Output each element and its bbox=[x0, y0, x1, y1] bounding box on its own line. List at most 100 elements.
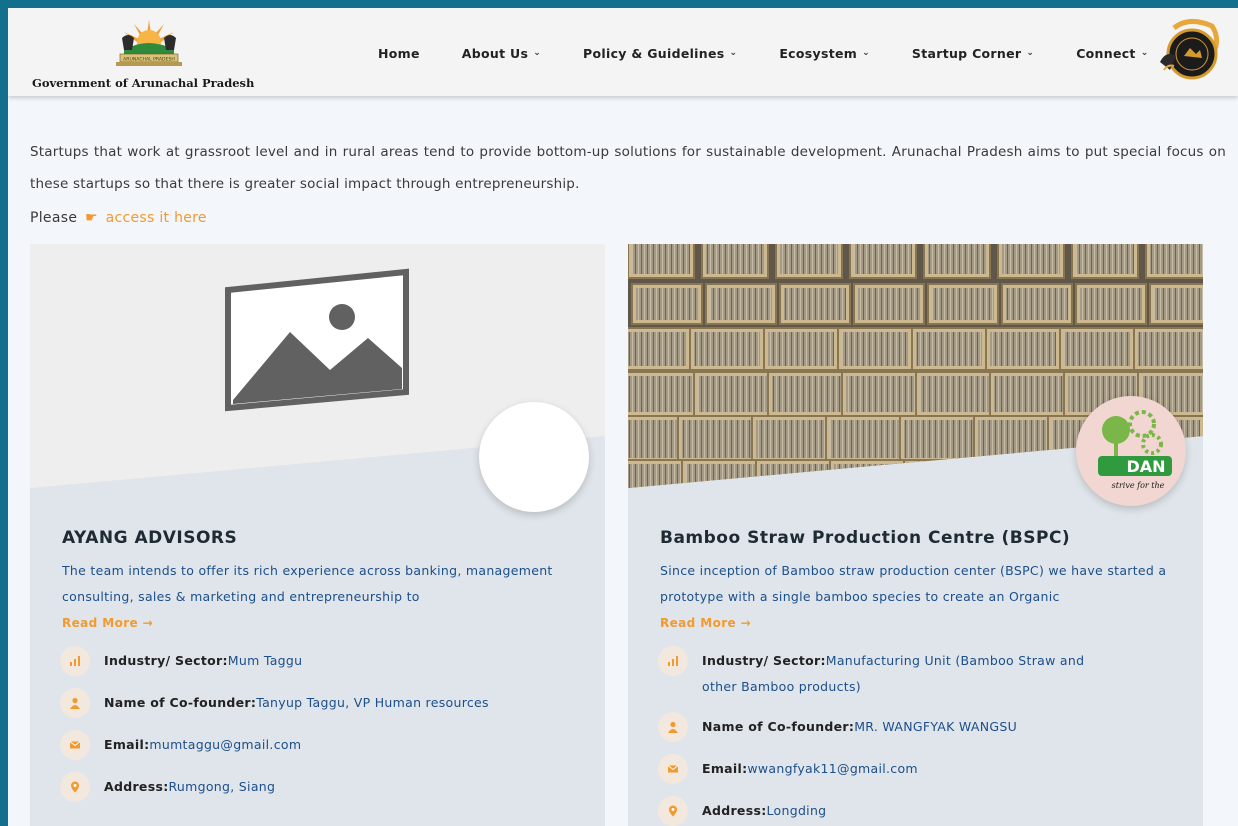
location-icon bbox=[60, 772, 90, 802]
card-title: Bamboo Straw Production Centre (BSPC) bbox=[660, 528, 1071, 548]
detail-label: Email: bbox=[702, 761, 748, 776]
government-name: Government of Arunachal Pradesh bbox=[32, 76, 255, 90]
bamboo-straws bbox=[834, 464, 912, 488]
card-details: Industry/ Sector:Mum Taggu Name of Co-fo… bbox=[60, 646, 580, 814]
chevron-down-icon: ⌄ bbox=[533, 48, 542, 58]
state-emblem-icon: ARUNACHAL PRADESH bbox=[116, 20, 182, 66]
bamboo-straws bbox=[846, 376, 916, 412]
detail-industry: Industry/ Sector:Manufacturing Unit (Bam… bbox=[658, 646, 1178, 700]
bamboo-straws bbox=[928, 244, 986, 274]
bamboo-straws bbox=[920, 376, 990, 412]
startup-card: DAN strive for the Bamboo Straw Producti… bbox=[628, 244, 1203, 826]
bamboo-straws bbox=[990, 332, 1056, 366]
card-description: The team intends to offer its rich exper… bbox=[62, 563, 553, 604]
bamboo-straws bbox=[830, 420, 904, 458]
company-logo: DAN strive for the bbox=[1076, 396, 1186, 506]
detail-email: Email:mumtaggu@gmail.com bbox=[60, 730, 580, 760]
detail-cofounder: Name of Co-founder:MR. WANGFYAK WANGSU bbox=[658, 712, 1178, 742]
detail-value[interactable]: mumtaggu@gmail.com bbox=[149, 737, 301, 752]
detail-value: Rumgong, Siang bbox=[168, 779, 276, 794]
chart-icon bbox=[60, 646, 90, 676]
read-more-link[interactable]: Read More → bbox=[62, 616, 153, 630]
bamboo-straws bbox=[784, 288, 846, 320]
pointing-hand-icon: ☛ bbox=[85, 210, 98, 226]
logo-tagline: strive for the bbox=[1112, 481, 1165, 490]
detail-label: Industry/ Sector: bbox=[104, 653, 228, 668]
card-description: Since inception of Bamboo straw producti… bbox=[660, 563, 1167, 604]
intro-paragraph: Startups that work at grassroot level an… bbox=[30, 144, 1226, 192]
bamboo-straws bbox=[698, 376, 768, 412]
bamboo-straws bbox=[768, 332, 834, 366]
card-details: Industry/ Sector:Manufacturing Unit (Bam… bbox=[658, 646, 1178, 826]
bamboo-straws bbox=[1002, 244, 1060, 274]
detail-label: Name of Co-founder: bbox=[702, 719, 855, 734]
nav-startup-corner[interactable]: Startup Corner ⌄ bbox=[912, 46, 1034, 61]
detail-label: Address: bbox=[702, 803, 767, 818]
bamboo-straws bbox=[978, 420, 1052, 458]
main-navigation: Home About Us ⌄ Policy & Guidelines ⌄ Ecos… bbox=[378, 42, 1191, 64]
detail-value: MR. WANGFYAK WANGSU bbox=[854, 719, 1018, 734]
image-placeholder-icon bbox=[225, 268, 409, 412]
nav-about-us[interactable]: About Us ⌄ bbox=[462, 46, 541, 61]
sambodhan-logo-icon: DAN strive for the bbox=[1098, 410, 1172, 490]
browser-viewport: ARUNACHAL PRADESH Government of Arunacha… bbox=[8, 8, 1238, 826]
bamboo-straws bbox=[1006, 288, 1068, 320]
site-header: ARUNACHAL PRADESH Government of Arunacha… bbox=[8, 8, 1238, 96]
bamboo-straws bbox=[994, 376, 1064, 412]
bamboo-straws bbox=[760, 464, 838, 488]
bamboo-straws bbox=[686, 464, 764, 488]
bamboo-straws bbox=[632, 244, 690, 274]
bamboo-straws bbox=[916, 332, 982, 366]
detail-cofounder: Name of Co-founder:Tanyup Taggu, VP Huma… bbox=[60, 688, 580, 718]
bamboo-straws bbox=[628, 464, 690, 488]
detail-value: Tanyup Taggu, VP Human resources bbox=[256, 695, 489, 710]
chart-icon bbox=[658, 646, 688, 676]
detail-label: Name of Co-founder: bbox=[104, 695, 257, 710]
card-title: AYANG ADVISORS bbox=[62, 528, 238, 548]
mail-icon bbox=[60, 730, 90, 760]
bamboo-straws bbox=[1138, 332, 1203, 366]
bamboo-straws bbox=[858, 288, 920, 320]
bamboo-straws bbox=[636, 288, 698, 320]
bamboo-straws bbox=[1076, 244, 1134, 274]
bamboo-straws bbox=[628, 332, 686, 366]
nav-policy-guidelines[interactable]: Policy & Guidelines ⌄ bbox=[583, 46, 737, 61]
chevron-down-icon: ⌄ bbox=[1026, 48, 1035, 58]
person-icon bbox=[60, 688, 90, 718]
bamboo-straws bbox=[904, 420, 978, 458]
startup-card: AYANG ADVISORS The team intends to offer… bbox=[30, 244, 605, 826]
bamboo-straws bbox=[706, 244, 764, 274]
startup-seal-icon[interactable] bbox=[1154, 18, 1224, 84]
detail-value: Mum Taggu bbox=[227, 653, 303, 668]
nav-connect[interactable]: Connect ⌄ bbox=[1076, 46, 1148, 61]
chevron-down-icon: ⌄ bbox=[1140, 48, 1149, 58]
company-logo bbox=[479, 402, 589, 512]
straw-box bbox=[903, 459, 991, 488]
detail-address: Address:Rumgong, Siang bbox=[60, 772, 580, 802]
bamboo-straws bbox=[1150, 244, 1203, 274]
detail-value[interactable]: wwangfyak11@gmail.com bbox=[747, 761, 918, 776]
person-icon bbox=[658, 712, 688, 742]
bamboo-straws bbox=[1154, 288, 1203, 320]
detail-value: Longding bbox=[766, 803, 827, 818]
access-line: Please ☛ access it here bbox=[30, 210, 207, 226]
bamboo-straws bbox=[756, 420, 830, 458]
bamboo-straws bbox=[694, 332, 760, 366]
site-logo[interactable]: ARUNACHAL PRADESH Government of Arunacha… bbox=[30, 16, 270, 90]
nav-home[interactable]: Home bbox=[378, 46, 420, 61]
emblem-banner-text: ARUNACHAL PRADESH bbox=[123, 57, 175, 63]
bamboo-straws bbox=[842, 332, 908, 366]
straw-box bbox=[977, 459, 1065, 488]
bamboo-straws bbox=[710, 288, 772, 320]
bamboo-straws bbox=[1080, 288, 1142, 320]
detail-label: Industry/ Sector: bbox=[702, 653, 826, 668]
chevron-down-icon: ⌄ bbox=[862, 48, 870, 58]
detail-industry: Industry/ Sector:Mum Taggu bbox=[60, 646, 580, 676]
read-more-link[interactable]: Read More → bbox=[660, 616, 751, 630]
bamboo-straws bbox=[854, 244, 912, 274]
access-link[interactable]: access it here bbox=[106, 210, 207, 226]
chevron-down-icon: ⌄ bbox=[729, 48, 738, 58]
bamboo-straws bbox=[772, 376, 842, 412]
nav-ecosystem[interactable]: Ecosystem ⌄ bbox=[779, 46, 870, 61]
detail-label: Email: bbox=[104, 737, 150, 752]
